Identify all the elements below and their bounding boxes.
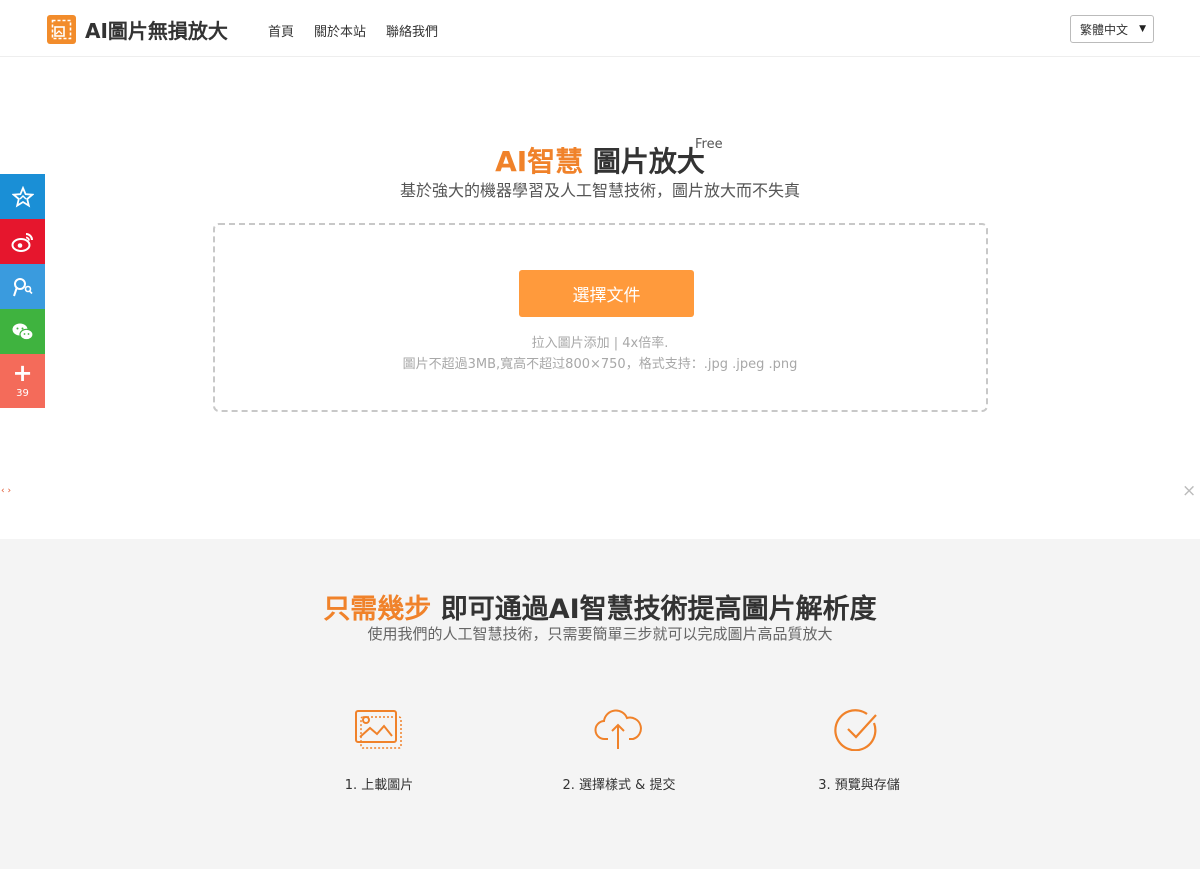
close-icon[interactable]: × bbox=[1182, 481, 1196, 501]
language-value: 繁體中文 bbox=[1080, 22, 1129, 37]
site-logo[interactable]: AI圖片無損放大 bbox=[47, 15, 228, 44]
steps-title-accent: 只需幾步 bbox=[323, 594, 432, 625]
steps-section: 只需幾步 即可通過AI智慧技術提高圖片解析度 使用我們的人工智慧技術，只需要簡單… bbox=[0, 539, 1200, 869]
share-count: 39 bbox=[16, 388, 29, 399]
steps-title-rest: 即可通過AI智慧技術提高圖片解析度 bbox=[440, 594, 877, 625]
steps-subtitle: 使用我們的人工智慧技術，只需要簡單三步就可以完成圖片高品質放大 bbox=[367, 625, 833, 643]
hero-title-accent: AI智慧 bbox=[495, 145, 584, 178]
nav-home[interactable]: 首頁 bbox=[268, 21, 294, 40]
weibo-icon bbox=[11, 232, 33, 252]
steps-title: 只需幾步 即可通過AI智慧技術提高圖片解析度 bbox=[0, 587, 1200, 626]
nav-about[interactable]: 關於本站 bbox=[314, 21, 366, 40]
free-badge: Free bbox=[695, 137, 723, 152]
hero-title-rest: 圖片放大 bbox=[592, 145, 705, 178]
step-2-label: 2. 選擇樣式 & 提交 bbox=[562, 778, 676, 793]
check-circle-icon bbox=[834, 709, 877, 751]
language-select[interactable]: 繁體中文 ▼ bbox=[1070, 15, 1154, 43]
header: AI圖片無損放大 首頁 關於本站 聯絡我們 繁體中文 ▼ bbox=[0, 0, 1200, 57]
share-tencent-weibo-button[interactable] bbox=[0, 264, 45, 309]
nav-contact[interactable]: 聯絡我們 bbox=[386, 21, 438, 40]
cloud-upload-icon bbox=[594, 709, 642, 749]
logo-icon bbox=[47, 15, 76, 44]
hero-title: AI智慧 圖片放大 bbox=[0, 140, 1200, 180]
upload-hint: 拉入圖片添加 | 4x倍率. bbox=[531, 336, 669, 351]
upload-dropzone[interactable] bbox=[213, 223, 988, 412]
step-1-label: 1. 上載圖片 bbox=[344, 778, 414, 793]
choose-file-button[interactable]: 選擇文件 bbox=[519, 270, 694, 317]
step-3-label: 3. 預覽與存儲 bbox=[818, 778, 900, 793]
hero-subtitle: 基於強大的機器學習及人工智慧技術，圖片放大而不失真 bbox=[399, 181, 800, 200]
main-nav: 首頁 關於本站 聯絡我們 bbox=[268, 21, 438, 40]
caret-down-icon: ▼ bbox=[1139, 24, 1146, 34]
logo-text: AI圖片無損放大 bbox=[85, 19, 228, 43]
tencent-weibo-icon bbox=[12, 277, 33, 296]
share-weibo-button[interactable] bbox=[0, 219, 45, 264]
ad-nav-arrows[interactable]: ‹ › bbox=[1, 486, 11, 496]
upload-constraints: 圖片不超過3MB,寬高不超过800×750，格式支持：.jpg .jpeg .p… bbox=[402, 357, 798, 372]
image-icon bbox=[355, 710, 402, 749]
